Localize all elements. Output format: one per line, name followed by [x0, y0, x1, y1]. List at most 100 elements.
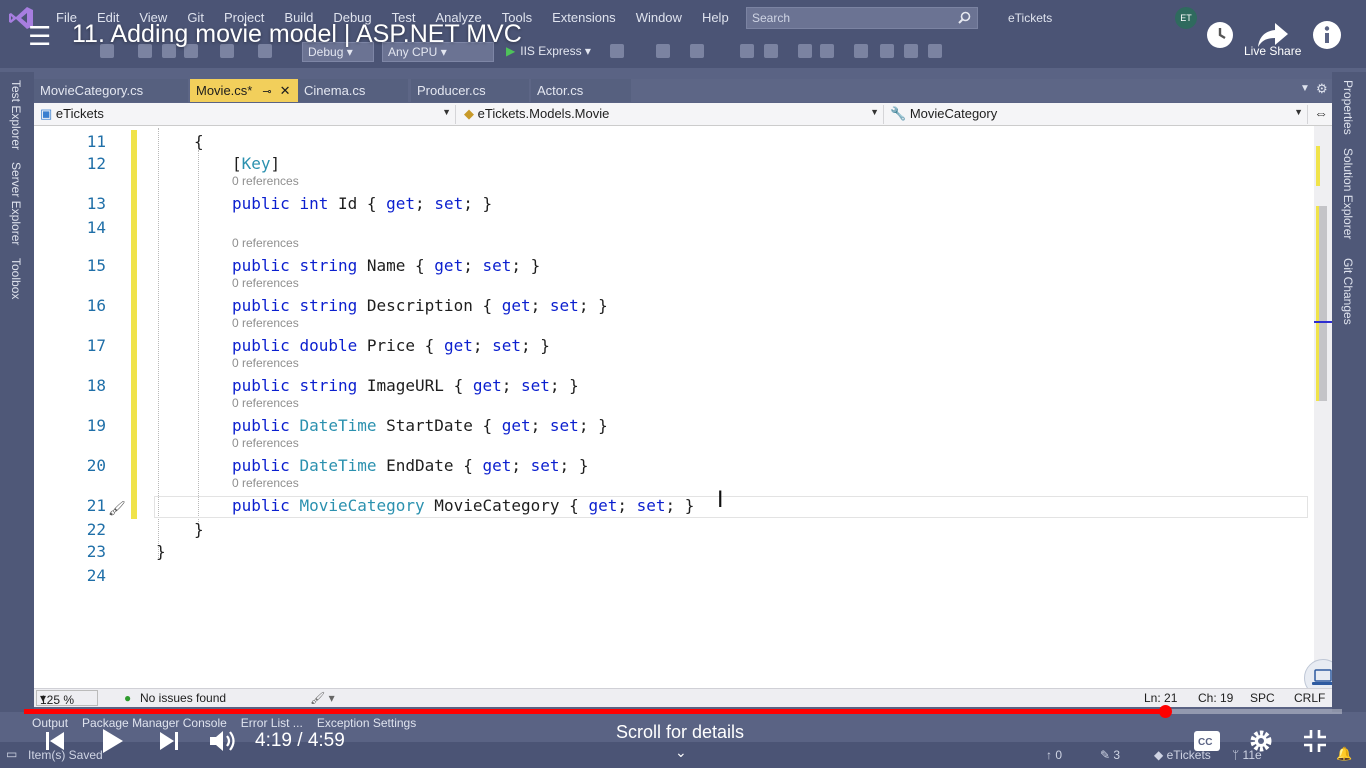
clear-bookmarks-icon[interactable] [928, 44, 942, 58]
account-avatar[interactable]: ET [1175, 7, 1197, 29]
chevron-down-icon: ▼ [442, 107, 451, 117]
tab-cinema[interactable]: Cinema.cs [298, 79, 408, 102]
hamburger-icon[interactable]: ☰ [28, 23, 51, 49]
volume-icon[interactable] [206, 726, 238, 756]
test-explorer-tab[interactable]: Test Explorer [9, 80, 23, 150]
notifications-icon[interactable]: 🔔 [1336, 746, 1352, 762]
codelens-references[interactable]: 0 references [232, 174, 299, 188]
code-editor[interactable]: 11 {12 [Key] 13 0 references public int Id { … [34, 126, 1332, 688]
code-token: set [636, 496, 666, 515]
captions-icon[interactable]: CC [1192, 726, 1222, 756]
codelens-references[interactable]: 0 references [232, 396, 299, 410]
laptop-icon [1312, 669, 1332, 685]
indent-guide [198, 150, 199, 528]
exit-fullscreen-icon[interactable] [1300, 726, 1330, 756]
next-bookmark-icon[interactable] [904, 44, 918, 58]
menu-item-window[interactable]: Window [626, 10, 692, 25]
toolbox-tab[interactable]: Toolbox [9, 258, 23, 299]
git-changes-tab[interactable]: Git Changes [1341, 258, 1355, 325]
member-dropdown[interactable]: 🔧 MovieCategory ▼ [886, 105, 1308, 124]
scroll-thumb[interactable] [1319, 206, 1327, 401]
issues-status[interactable]: No issues found [140, 691, 226, 705]
vertical-scrollbar[interactable] [1314, 126, 1332, 688]
push-status[interactable]: ↑ 0 [1046, 748, 1062, 762]
pending-changes[interactable]: ✎ 3 [1100, 748, 1120, 762]
navigation-bar: ▣ eTickets ▼ ◆ eTickets.Models.Movie ▼ 🔧 M… [34, 103, 1332, 126]
tool-tab[interactable]: Exception Settings [317, 716, 416, 730]
code-token: get [472, 376, 502, 395]
codelens-references[interactable]: 0 references [232, 316, 299, 330]
column-number[interactable]: Ch: 19 [1198, 691, 1233, 705]
code-token: Description { [357, 296, 502, 315]
tab-actor[interactable]: Actor.cs [531, 79, 631, 102]
server-explorer-tab[interactable]: Server Explorer [9, 162, 23, 245]
play-icon[interactable] [96, 726, 128, 756]
project-icon: ▣ [40, 106, 53, 121]
tab-moviecategory[interactable]: MovieCategory.cs [34, 79, 188, 102]
code-token: EndDate { [376, 456, 483, 475]
codelens-references[interactable]: 0 references [232, 236, 299, 250]
code-token: ; [617, 496, 637, 515]
codelens-references[interactable]: 0 references [232, 436, 299, 450]
code-token: ; [415, 194, 435, 213]
change-marker [1316, 146, 1320, 166]
zoom-select[interactable]: 125 % ▾ [36, 690, 98, 707]
step-into-icon[interactable] [764, 44, 778, 58]
outdent-icon[interactable] [798, 44, 812, 58]
project-dropdown[interactable]: ▣ eTickets ▼ [36, 105, 456, 124]
scroll-for-details[interactable]: Scroll for details [616, 722, 744, 743]
type-dropdown[interactable]: ◆ eTickets.Models.Movie ▼ [460, 105, 884, 124]
whitespace-mode[interactable]: SPC [1250, 691, 1275, 705]
video-title[interactable]: 11. Adding movie model | ASP.NET MVC [72, 20, 522, 49]
indent-icon[interactable] [820, 44, 834, 58]
line-number: 14 [86, 218, 106, 237]
tab-producer[interactable]: Producer.cs [411, 79, 529, 102]
browser-link-icon[interactable] [690, 44, 704, 58]
solution-explorer-tab[interactable]: Solution Explorer [1341, 148, 1355, 239]
code-token: ; } [665, 496, 695, 515]
gear-icon[interactable]: ⚙ [1316, 81, 1328, 97]
code-token: set [434, 194, 464, 213]
menu-item-help[interactable]: Help [692, 10, 739, 25]
code-token: ; [530, 296, 550, 315]
line-ending[interactable]: CRLF [1294, 691, 1325, 705]
line-number: 19 [86, 416, 106, 435]
quick-actions-icon[interactable]: 🖌 [108, 500, 126, 517]
line-number[interactable]: Ln: 21 [1144, 691, 1177, 705]
pin-icon[interactable]: ⊸ [262, 86, 271, 98]
code-token: ImageURL { [357, 376, 473, 395]
split-window-icon[interactable]: ⇔ [1314, 105, 1328, 121]
close-icon[interactable]: ✕ [280, 83, 291, 98]
refresh-icon[interactable] [610, 44, 624, 58]
brush-icon[interactable]: 🖌 ▾ [310, 691, 335, 705]
code-line: } [156, 542, 166, 561]
watch-later-icon[interactable] [1203, 18, 1237, 52]
chevron-down-icon[interactable]: ⌄ [675, 744, 687, 761]
info-icon[interactable] [1310, 18, 1344, 52]
next-icon[interactable] [154, 726, 184, 756]
previous-icon[interactable] [40, 726, 70, 756]
prev-bookmark-icon[interactable] [880, 44, 894, 58]
step-over-icon[interactable] [740, 44, 754, 58]
code-token: public [232, 336, 290, 355]
folder-icon[interactable] [656, 44, 670, 58]
progress-scrubber[interactable] [1159, 705, 1173, 718]
search-box[interactable]: Search [746, 7, 978, 29]
codelens-references[interactable]: 0 references [232, 356, 299, 370]
video-progress-bar[interactable] [24, 705, 1342, 718]
tab-movie[interactable]: Movie.cs* ⊸ ✕ [190, 79, 298, 102]
menu-item-extensions[interactable]: Extensions [542, 10, 626, 25]
tab-dropdown-icon[interactable]: ▼ [1300, 83, 1310, 94]
properties-tab[interactable]: Properties [1341, 80, 1355, 135]
live-share-label[interactable]: Live Share [1244, 44, 1301, 58]
codelens-references[interactable]: 0 references [232, 276, 299, 290]
settings-gear-icon[interactable] [1246, 726, 1276, 756]
codelens-references[interactable]: 0 references [232, 476, 299, 490]
bookmark-icon[interactable] [854, 44, 868, 58]
code-token: ; } [549, 376, 579, 395]
code-token: string [299, 376, 358, 395]
tool-tab[interactable]: Error List ... [241, 716, 303, 730]
